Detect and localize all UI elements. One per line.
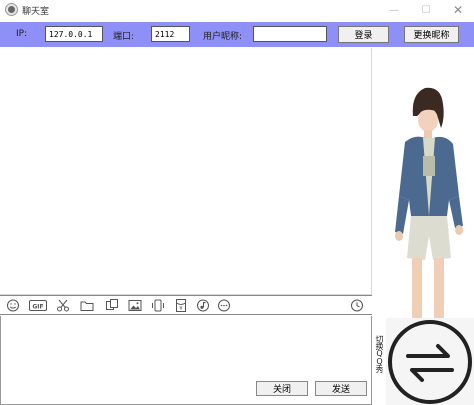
app-logo-icon xyxy=(5,3,18,16)
folder-icon[interactable] xyxy=(80,299,94,312)
image-icon[interactable] xyxy=(128,299,142,312)
more-icon[interactable] xyxy=(217,299,231,312)
minimize-button[interactable]: — xyxy=(378,0,410,20)
nickname-label: 用户昵称: xyxy=(203,32,243,42)
svg-text:¥: ¥ xyxy=(179,306,182,312)
svg-text:GIF: GIF xyxy=(32,304,43,311)
switch-qq-show-button[interactable] xyxy=(386,318,474,405)
nickname-input[interactable] xyxy=(253,26,327,42)
swap-arrows-icon xyxy=(388,320,472,404)
change-nickname-button[interactable]: 更换昵称 xyxy=(404,26,459,43)
close-window-button[interactable]: ✕ xyxy=(442,0,474,20)
message-toolbar: GIF ¥ xyxy=(0,295,372,315)
switch-qq-show-label: 切换QQ秀 xyxy=(375,335,384,372)
title-bar: 聊天室 — ☐ ✕ xyxy=(0,0,474,20)
history-clock-icon[interactable] xyxy=(350,299,364,312)
maximize-button[interactable]: ☐ xyxy=(410,0,442,20)
window-title: 聊天室 xyxy=(22,7,50,17)
shake-icon[interactable] xyxy=(151,299,165,312)
ip-input[interactable] xyxy=(45,26,103,42)
ip-label: IP: xyxy=(16,29,28,39)
send-button[interactable]: 发送 xyxy=(315,381,367,396)
connection-bar: IP: 端口: 用户昵称: 登录 更换昵称 xyxy=(0,22,474,47)
smiley-icon[interactable] xyxy=(6,299,20,312)
login-button[interactable]: 登录 xyxy=(338,26,389,43)
port-label: 端口: xyxy=(113,32,135,42)
port-input[interactable] xyxy=(151,26,190,42)
music-icon[interactable] xyxy=(196,299,210,312)
gif-icon[interactable]: GIF xyxy=(29,299,47,312)
close-button[interactable]: 关闭 xyxy=(256,381,308,396)
chat-message-area[interactable] xyxy=(0,48,372,295)
red-packet-icon[interactable]: ¥ xyxy=(174,299,188,312)
screenshot-icon[interactable] xyxy=(105,299,119,312)
scissors-icon[interactable] xyxy=(56,299,70,312)
